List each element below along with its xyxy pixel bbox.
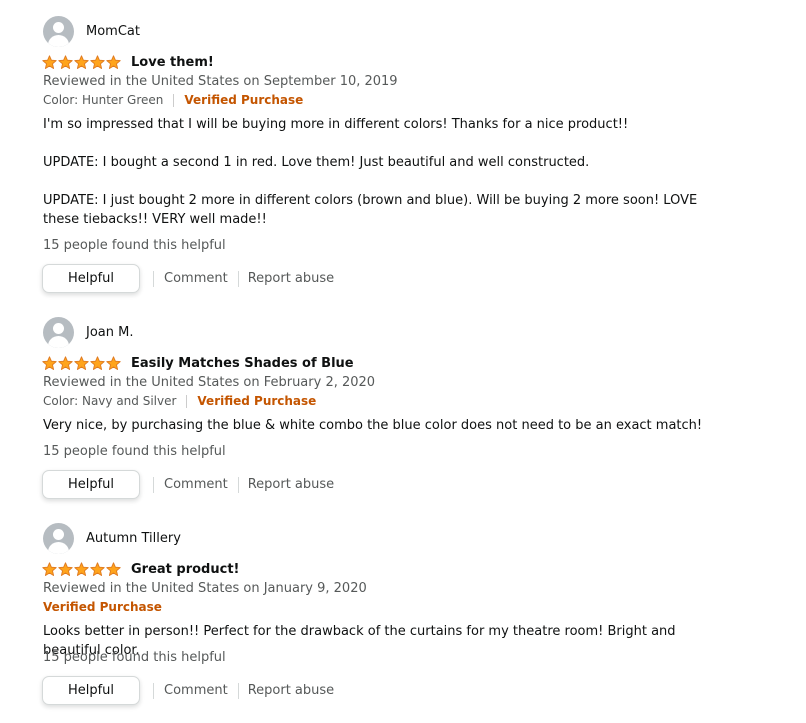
star-icon [106, 356, 121, 370]
star-icon [90, 562, 105, 576]
star-icon [74, 55, 89, 69]
star-rating[interactable] [42, 356, 121, 372]
divider [153, 476, 154, 493]
avatar [43, 523, 74, 554]
helpful-count: 15 people found this helpful [43, 444, 226, 459]
comment-link[interactable]: Comment [164, 271, 228, 286]
review-body: I'm so impressed that I will be buying m… [43, 115, 703, 229]
star-icon [58, 356, 73, 370]
report-abuse-link[interactable]: Report abuse [248, 477, 334, 492]
review-date: Reviewed in the United States on Septemb… [43, 74, 398, 89]
report-abuse-link[interactable]: Report abuse [248, 683, 334, 698]
star-icon [74, 562, 89, 576]
divider [153, 270, 154, 287]
review-actions: Helpful Comment Report abuse [42, 263, 334, 294]
review-body: Very nice, by purchasing the blue & whit… [43, 416, 703, 435]
star-icon [42, 356, 57, 370]
review-attributes: Color: Hunter Green Verified Purchase [43, 93, 303, 107]
star-icon [42, 55, 57, 69]
review-card: Autumn Tillery Great product! Reviewed i… [0, 507, 806, 713]
review-attributes: Verified Purchase [43, 600, 162, 614]
reviewer-name[interactable]: Joan M. [86, 325, 133, 340]
review-paragraph: I'm so impressed that I will be buying m… [43, 117, 629, 132]
report-abuse-link[interactable]: Report abuse [248, 271, 334, 286]
divider [237, 270, 239, 287]
divider [237, 682, 239, 699]
separator [173, 93, 175, 107]
review-date: Reviewed in the United States on January… [43, 581, 367, 596]
review-actions: Helpful Comment Report abuse [42, 469, 334, 500]
helpful-count: 15 people found this helpful [43, 238, 226, 253]
color-variant[interactable]: Color: Hunter Green [43, 93, 163, 107]
review-paragraph: Very nice, by purchasing the blue & whit… [43, 418, 703, 433]
star-icon [58, 55, 73, 69]
helpful-button[interactable]: Helpful [42, 264, 140, 293]
verified-purchase-badge: Verified Purchase [197, 394, 317, 408]
star-icon [106, 562, 121, 576]
review-attributes: Color: Navy and Silver Verified Purchase [43, 394, 316, 408]
star-icon [90, 356, 105, 370]
separator [186, 394, 188, 408]
review-card: MomCat Love them! Reviewed in the United… [0, 0, 806, 293]
review-actions: Helpful Comment Report abuse [42, 675, 334, 706]
helpful-button[interactable]: Helpful [42, 470, 140, 499]
divider [237, 476, 239, 493]
star-rating[interactable] [42, 562, 121, 578]
star-icon [106, 55, 121, 69]
review-title[interactable]: Easily Matches Shades of Blue [131, 356, 354, 371]
review-date: Reviewed in the United States on Februar… [43, 375, 376, 390]
review-title[interactable]: Love them! [131, 55, 214, 70]
helpful-count: 15 people found this helpful [43, 650, 226, 665]
star-rating[interactable] [42, 55, 121, 71]
review-card: Joan M. Easily Matches Shades of Blue Re… [0, 301, 806, 507]
star-icon [74, 356, 89, 370]
avatar [43, 16, 74, 47]
reviewer-name[interactable]: Autumn Tillery [86, 531, 181, 546]
color-variant[interactable]: Color: Navy and Silver [43, 394, 176, 408]
helpful-button[interactable]: Helpful [42, 676, 140, 705]
reviewer-name[interactable]: MomCat [86, 24, 140, 39]
comment-link[interactable]: Comment [164, 683, 228, 698]
star-icon [42, 562, 57, 576]
avatar [43, 317, 74, 348]
verified-purchase-badge: Verified Purchase [184, 93, 304, 107]
review-title[interactable]: Great product! [131, 562, 239, 577]
divider [153, 682, 154, 699]
star-icon [58, 562, 73, 576]
comment-link[interactable]: Comment [164, 477, 228, 492]
review-paragraph: UPDATE: I just bought 2 more in differen… [43, 193, 698, 227]
star-icon [90, 55, 105, 69]
review-paragraph: UPDATE: I bought a second 1 in red. Love… [43, 155, 590, 170]
verified-purchase-badge: Verified Purchase [43, 600, 162, 614]
